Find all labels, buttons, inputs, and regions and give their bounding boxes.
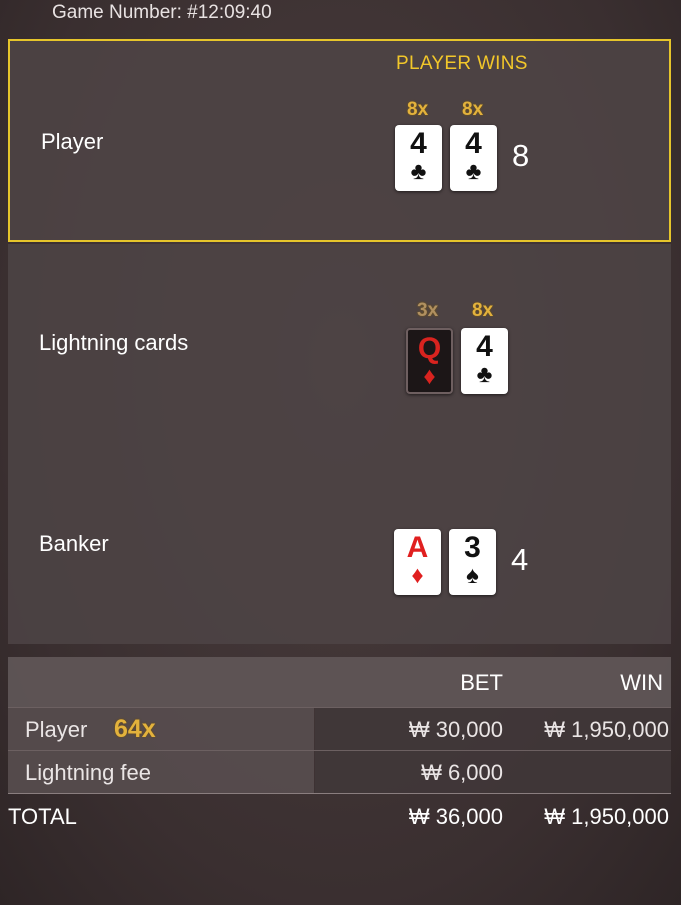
banker-result-panel: Banker A ♦ 3 ♠ 4 [8, 444, 671, 644]
playing-card: 4 ♣ [450, 125, 497, 191]
player-score: 8 [512, 138, 530, 173]
lightning-cards-label: Lightning cards [39, 330, 189, 355]
clubs-icon: ♣ [465, 158, 482, 185]
playing-card: A ♦ [394, 529, 441, 595]
playing-card: 3 ♠ [449, 529, 496, 595]
card-multiplier: 8x [407, 99, 429, 120]
total-multiplier: 64x [114, 715, 156, 743]
table-header: BET WIN [8, 657, 671, 707]
card-multiplier: 3x [417, 300, 439, 321]
playing-card: Q ♦ [406, 328, 453, 394]
card-rank: 4 [465, 127, 482, 160]
card-rank: A [406, 531, 429, 564]
total-bet-amount: ₩ 36,000 [408, 804, 503, 829]
bet-label: Player [25, 717, 88, 742]
total-win-amount: ₩ 1,950,000 [544, 804, 669, 829]
table-row: Player 64x ₩ 30,000 ₩ 1,950,000 [8, 707, 671, 750]
bet-amount: ₩ 6,000 [421, 760, 503, 785]
card-rank: 4 [410, 127, 427, 160]
card-multiplier: 8x [462, 99, 484, 120]
clubs-icon: ♣ [476, 361, 493, 388]
game-number: Game Number: #12:09:40 [52, 2, 272, 23]
bet-column-header: BET [460, 670, 503, 695]
player-result-panel: Player PLAYER WINS 8x 8x 4 ♣ 4 ♣ 8 [8, 39, 671, 242]
clubs-icon: ♣ [410, 158, 427, 185]
card-multiplier: 8x [472, 300, 494, 321]
spades-icon: ♠ [466, 562, 479, 589]
card-rank: 4 [476, 330, 493, 363]
diamonds-icon: ♦ [423, 363, 436, 390]
card-rank: 3 [464, 531, 481, 564]
banker-label: Banker [39, 531, 109, 556]
total-row: TOTAL ₩ 36,000 ₩ 1,950,000 [8, 793, 671, 840]
lightning-cards-panel: Lightning cards 3x 8x Q ♦ 4 ♣ [8, 244, 671, 444]
diamonds-icon: ♦ [411, 562, 424, 589]
player-label: Player [41, 129, 104, 154]
bet-summary-table: BET WIN Player 64x ₩ 30,000 ₩ 1,950,000 … [8, 657, 671, 840]
win-column-header: WIN [620, 670, 663, 695]
card-rank: Q [417, 332, 442, 365]
banker-score: 4 [511, 542, 529, 577]
playing-card: 4 ♣ [395, 125, 442, 191]
bet-label: Lightning fee [25, 760, 151, 785]
player-wins-banner: PLAYER WINS [396, 53, 528, 74]
table-row: Lightning fee ₩ 6,000 [8, 750, 671, 793]
win-amount: ₩ 1,950,000 [544, 717, 669, 742]
total-label: TOTAL [8, 804, 77, 829]
bet-amount: ₩ 30,000 [408, 717, 503, 742]
playing-card: 4 ♣ [461, 328, 508, 394]
